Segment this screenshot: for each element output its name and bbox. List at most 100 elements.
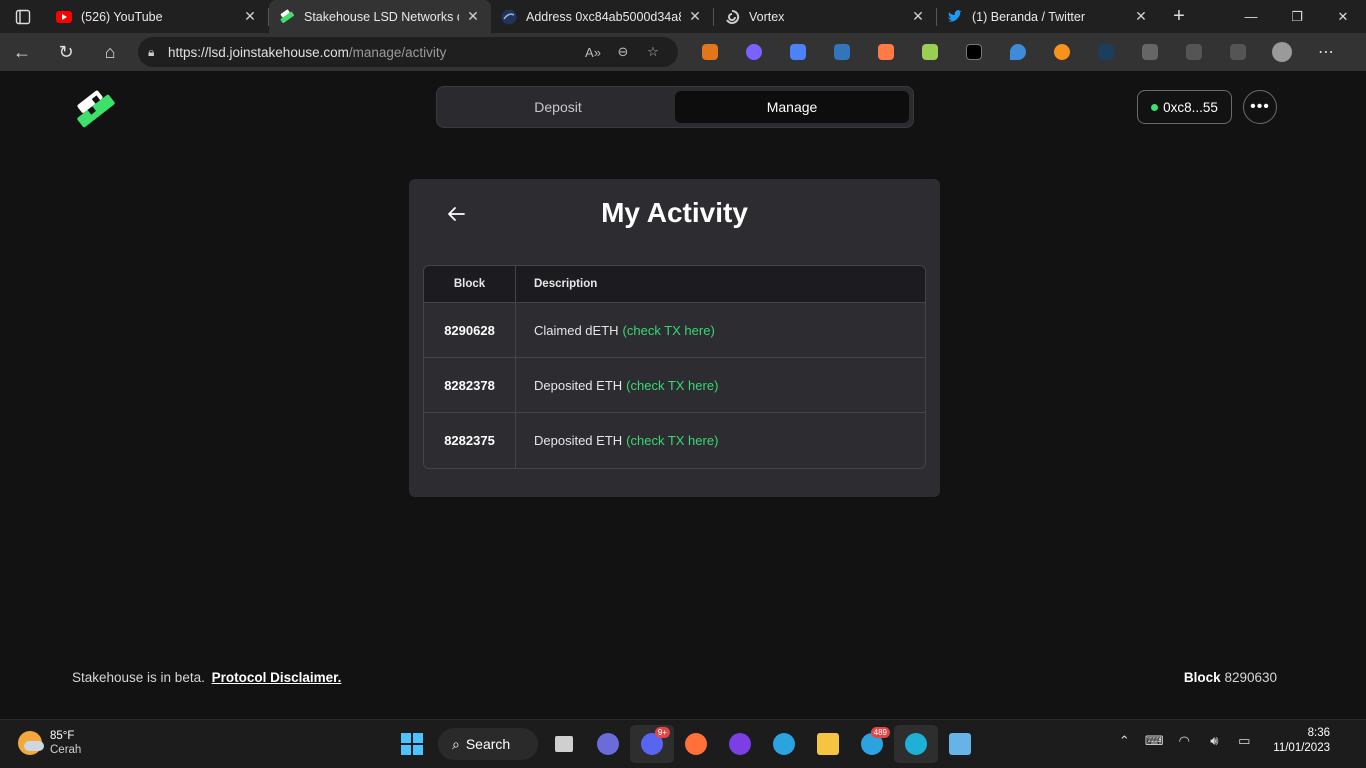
beta-text: Stakehouse is in beta. xyxy=(72,670,205,685)
table-row: 8282375 Deposited ETH (check TX here) xyxy=(424,413,925,468)
weather-widget[interactable]: 85°F Cerah xyxy=(18,729,81,757)
close-tab-icon[interactable]: ✕ xyxy=(242,8,258,25)
column-header-description: Description xyxy=(534,278,598,290)
browser-tab-strip: (526) YouTube ✕ Stakehouse LSD Networks … xyxy=(0,0,1366,33)
telegram-desktop-icon[interactable]: 489 xyxy=(850,725,894,763)
clock[interactable]: 8:36 11/01/2023 xyxy=(1273,726,1330,756)
close-tab-icon[interactable]: ✕ xyxy=(1133,8,1149,25)
extension-colorful-icon[interactable] xyxy=(908,33,952,71)
minimize-icon[interactable]: — xyxy=(1228,0,1274,33)
system-tray: ⌃ ⌨ ◠ 🔊︎ ▭ 8:36 11/01/2023 xyxy=(1109,726,1330,756)
collections-icon[interactable] xyxy=(1216,33,1260,71)
stakehouse-icon xyxy=(279,9,295,25)
shield-icon[interactable] xyxy=(820,33,864,71)
file-explorer-icon[interactable] xyxy=(806,725,850,763)
lock-icon: 🔒︎ xyxy=(148,44,155,59)
home-icon[interactable]: ⌂ xyxy=(88,33,132,71)
close-tab-icon[interactable]: ✕ xyxy=(465,8,481,25)
volume-icon[interactable]: 🔊︎ xyxy=(1202,733,1226,749)
settings-more-icon[interactable]: ⋯ xyxy=(1304,33,1348,71)
column-header-block: Block xyxy=(424,266,516,302)
wallet-button[interactable]: 0xc8...55 xyxy=(1137,90,1232,124)
close-tab-icon[interactable]: ✕ xyxy=(687,8,703,25)
stakehouse-logo[interactable] xyxy=(74,89,120,129)
activity-table: Block Description 8290628 Claimed dETH (… xyxy=(423,265,926,469)
windows-taskbar: 85°F Cerah ⌕ Search 9+ 489 ⌃ ⌨ ◠ 🔊︎ ▭ 8:3… xyxy=(0,719,1366,768)
temperature: 85°F xyxy=(50,730,75,742)
protocol-disclaimer-link[interactable]: Protocol Disclaimer. xyxy=(212,670,342,685)
extension-coin-icon[interactable] xyxy=(1040,33,1084,71)
keplr-icon[interactable] xyxy=(776,33,820,71)
discord-badge: 9+ xyxy=(654,727,670,738)
extension-purple-icon[interactable] xyxy=(732,33,776,71)
keyboard-icon[interactable]: ⌨ xyxy=(1142,733,1166,749)
browser-toolbar: ← ↻ ⌂ 🔒︎ https://lsd.joinstakehouse.com/… xyxy=(0,33,1366,71)
extensions-puzzle-icon[interactable] xyxy=(1128,33,1172,71)
youtube-icon xyxy=(56,9,72,25)
block-number: 8282375 xyxy=(424,413,516,468)
taskbar-apps: ⌕ Search 9+ 489 xyxy=(390,725,982,763)
weather-condition: Cerah xyxy=(50,744,82,756)
table-row: 8290628 Claimed dETH (check TX here) xyxy=(424,303,925,358)
metamask-icon[interactable] xyxy=(688,33,732,71)
activity-card: My Activity Block Description 8290628 Cl… xyxy=(409,179,940,497)
block-number: 8282378 xyxy=(424,358,516,412)
block-indicator: Block 8290630 xyxy=(1184,670,1277,685)
page-title: My Activity xyxy=(601,197,748,228)
drop-icon[interactable] xyxy=(996,33,1040,71)
extension-n-icon[interactable] xyxy=(1084,33,1128,71)
tab-actions-menu-icon[interactable] xyxy=(0,0,46,33)
address-bar[interactable]: 🔒︎ https://lsd.joinstakehouse.com/manage… xyxy=(138,37,678,67)
wifi-icon[interactable]: ◠ xyxy=(1172,733,1196,749)
search-icon: ⌕ xyxy=(452,735,460,752)
check-tx-link[interactable]: (check TX here) xyxy=(626,378,718,393)
check-tx-link[interactable]: (check TX here) xyxy=(626,433,718,448)
tab-twitter[interactable]: (1) Beranda / Twitter ✕ xyxy=(937,0,1159,33)
row-description: Claimed dETH xyxy=(534,322,619,338)
show-hidden-icons-icon[interactable]: ⌃ xyxy=(1112,733,1136,749)
app-purple-icon[interactable] xyxy=(718,725,762,763)
edge-icon[interactable] xyxy=(894,725,938,763)
check-tx-link[interactable]: (check TX here) xyxy=(623,323,715,338)
block-label: Block xyxy=(1183,670,1221,685)
etherscan-icon xyxy=(501,9,517,25)
taskbar-search[interactable]: ⌕ Search xyxy=(438,728,538,760)
more-options-icon[interactable]: ••• xyxy=(1243,90,1277,124)
notepad-icon[interactable] xyxy=(938,725,982,763)
favorites-icon[interactable] xyxy=(1172,33,1216,71)
read-aloud-icon[interactable]: A» xyxy=(578,45,608,60)
zoom-icon[interactable]: ⊖ xyxy=(608,44,638,60)
tab-stakehouse[interactable]: Stakehouse LSD Networks dA ✕ xyxy=(269,0,491,33)
battery-icon[interactable]: ▭ xyxy=(1232,733,1256,749)
back-icon[interactable]: ← xyxy=(0,33,44,71)
connected-status-dot xyxy=(1151,103,1159,111)
extension-black-icon[interactable] xyxy=(952,33,996,71)
task-view-icon[interactable] xyxy=(542,725,586,763)
tab-deposit[interactable]: Deposit xyxy=(441,91,675,123)
close-window-icon[interactable]: ✕ xyxy=(1320,0,1366,33)
current-block: 8290630 xyxy=(1224,670,1277,685)
start-icon[interactable] xyxy=(390,725,434,763)
tab-youtube[interactable]: (526) YouTube ✕ xyxy=(46,0,268,33)
firefox-icon[interactable] xyxy=(674,725,718,763)
block-number: 8290628 xyxy=(424,303,516,357)
restore-icon[interactable]: ❐ xyxy=(1274,0,1320,33)
telegram-icon[interactable] xyxy=(762,725,806,763)
refresh-icon[interactable]: ↻ xyxy=(44,33,88,71)
tab-vortex[interactable]: Vortex ✕ xyxy=(714,0,936,33)
close-tab-icon[interactable]: ✕ xyxy=(910,8,926,25)
meet-icon[interactable] xyxy=(586,725,630,763)
profile-avatar-icon[interactable] xyxy=(1260,33,1304,71)
discord-icon[interactable]: 9+ xyxy=(630,725,674,763)
weather-partly-sunny-icon xyxy=(18,731,44,755)
tab-manage[interactable]: Manage xyxy=(675,91,909,123)
add-favorite-icon[interactable]: ☆ xyxy=(638,44,668,60)
clock-time: 8:36 xyxy=(1307,727,1330,739)
tab-etherscan[interactable]: Address 0xc84ab5000d34a85 ✕ xyxy=(491,0,713,33)
new-tab-icon[interactable]: + xyxy=(1159,5,1199,28)
extension-orange-icon[interactable] xyxy=(864,33,908,71)
beta-notice: Stakehouse is in beta. Protocol Disclaim… xyxy=(72,670,341,685)
clock-date: 11/01/2023 xyxy=(1273,742,1330,754)
table-header: Block Description xyxy=(424,266,925,303)
twitter-icon xyxy=(947,9,963,25)
